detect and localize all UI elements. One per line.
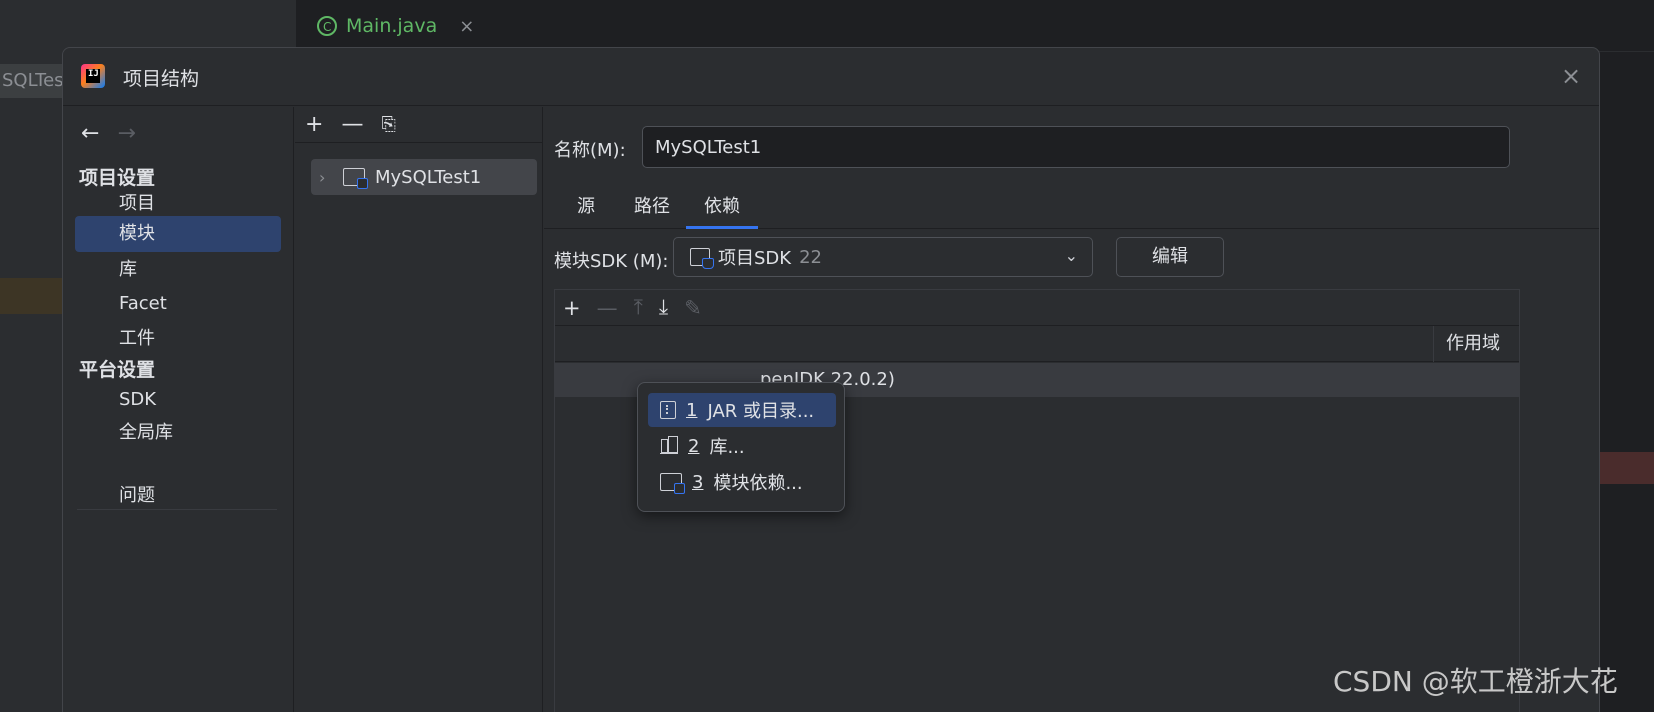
module-folder-icon [343,168,368,189]
nav-item-problems[interactable]: 问题 [75,478,281,514]
remove-icon[interactable]: — [341,112,363,137]
sdk-value: 项目SDK [718,248,792,269]
add-icon[interactable]: + [305,112,323,137]
dialog-title: 项目结构 [123,68,200,90]
settings-nav: ← → 项目设置 项目 模块 库 Facet 工件 平台设置 SDK 全局库 问… [63,107,294,712]
project-structure-dialog: IJ 项目结构 × ← → 项目设置 项目 模块 库 Facet 工件 平台设置… [62,47,1600,712]
dialog-titlebar: IJ 项目结构 × [63,48,1599,106]
remove-dependency-icon[interactable]: — [597,296,618,320]
popup-item-number: 1 [686,399,698,421]
popup-item-jar-or-directory[interactable]: 1 JAR 或目录... [648,393,836,427]
popup-item-module-dependency[interactable]: 3 模块依赖... [648,465,836,499]
nav-item-modules[interactable]: 模块 [75,216,281,252]
library-icon [660,436,678,454]
sdk-folder-icon [690,248,714,269]
tab-dependencies[interactable]: 依赖 [686,191,758,229]
move-up-icon[interactable]: ⤒ [634,295,643,320]
forward-arrow-icon[interactable]: → [117,121,135,146]
popup-item-label: 模块依赖... [713,473,803,494]
editor-tab-bar [296,0,1654,52]
popup-item-label: JAR 或目录... [707,401,815,422]
platform-settings-header: 平台设置 [79,359,156,381]
module-tree-item[interactable]: › MySQLTest1 [311,159,537,195]
module-tree-panel: + — ⎘ › MySQLTest1 [295,107,543,712]
back-arrow-icon[interactable]: ← [81,121,99,146]
nav-item-facets[interactable]: Facet [75,286,281,322]
tab-paths[interactable]: 路径 [626,191,678,229]
dependencies-header: 作用域 [555,326,1519,362]
edit-dependency-icon[interactable]: ✎ [684,296,702,320]
edit-sdk-button[interactable]: 编辑 [1116,237,1224,277]
ide-highlight-strip [0,278,70,314]
jar-icon [660,401,676,419]
nav-item-artifacts[interactable]: 工件 [75,321,281,357]
nav-arrows: ← → [81,121,136,146]
dependencies-toolbar: + — ⤒ ⤓ ✎ [555,290,1519,326]
sdk-version: 22 [799,246,822,268]
svg-text:C: C [323,20,331,34]
popup-item-number: 3 [692,471,704,493]
move-down-icon[interactable]: ⤓ [659,295,668,320]
tab-sources[interactable]: 源 [566,191,606,229]
editor-tab-label: Main.java [346,15,438,37]
intellij-logo-icon: IJ [81,64,105,88]
close-tab-icon[interactable]: × [459,16,474,37]
chevron-down-icon: ⌄ [1064,246,1078,265]
module-tree-label: MySQLTest1 [375,166,482,188]
popup-item-library[interactable]: 2 库... [648,429,836,463]
module-tabs: 源 路径 依赖 [544,191,1599,229]
scope-column-header[interactable]: 作用域 [1433,326,1519,362]
chevron-right-icon[interactable]: › [319,168,333,187]
ide-error-strip [1598,452,1654,484]
module-sdk-select[interactable]: 项目SDK 22 ⌄ [673,237,1093,277]
module-name-input[interactable] [642,126,1510,168]
add-dependency-popup: 1 JAR 或目录... 2 库... 3 模块依赖... [637,382,845,512]
close-dialog-button[interactable]: × [1557,62,1585,90]
add-dependency-icon[interactable]: + [563,296,581,320]
popup-item-label: 库... [709,437,745,458]
editor-tab-main-java[interactable]: C Main.java × [316,10,474,42]
copy-icon[interactable]: ⎘ [381,114,395,135]
module-folder-icon [660,473,685,494]
module-tree-toolbar: + — ⎘ [295,107,542,143]
nav-item-libraries[interactable]: 库 [75,252,281,288]
nav-item-global-libraries[interactable]: 全局库 [75,415,281,451]
popup-item-number: 2 [688,435,700,457]
watermark: CSDN @软工橙浙大花 [1333,665,1618,698]
java-class-icon: C [317,16,337,36]
module-sdk-label: 模块SDK (M): [554,251,669,272]
name-label: 名称(M): [554,140,626,161]
nav-item-sdk[interactable]: SDK [75,382,281,418]
